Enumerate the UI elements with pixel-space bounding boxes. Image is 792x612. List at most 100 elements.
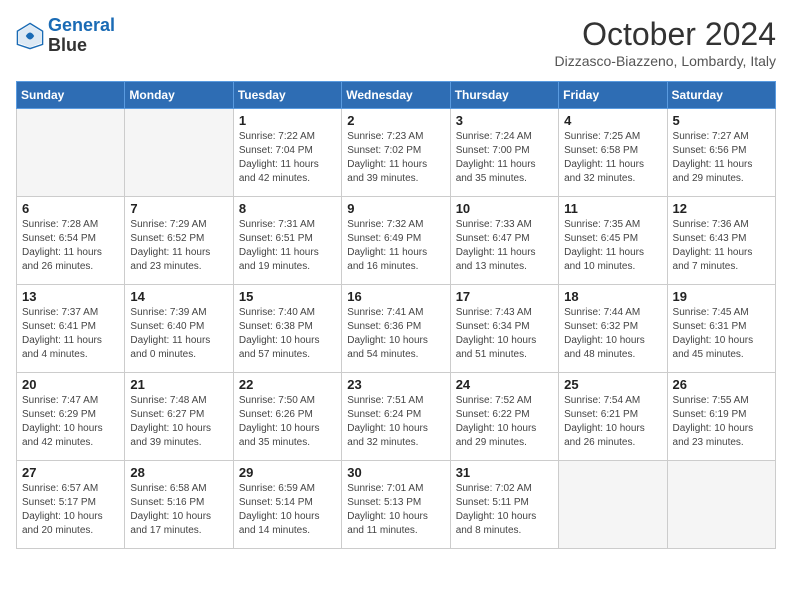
logo-icon — [16, 22, 44, 50]
location: Dizzasco-Biazzeno, Lombardy, Italy — [555, 53, 777, 69]
day-number: 14 — [130, 289, 227, 304]
day-info: Sunrise: 7:54 AMSunset: 6:21 PMDaylight:… — [564, 394, 661, 450]
day-of-week-header: Thursday — [450, 82, 558, 109]
day-number: 4 — [564, 113, 661, 128]
calendar-cell: 23 Sunrise: 7:51 AMSunset: 6:24 PMDayligh… — [342, 373, 450, 461]
day-info: Sunrise: 7:25 AMSunset: 6:58 PMDaylight:… — [564, 130, 661, 186]
day-number: 2 — [347, 113, 444, 128]
day-number: 27 — [22, 465, 119, 480]
day-info: Sunrise: 7:47 AMSunset: 6:29 PMDaylight:… — [22, 394, 119, 450]
day-number: 23 — [347, 377, 444, 392]
calendar-cell: 15Sunrise: 7:40 AMSunset: 6:38 PMDayligh… — [233, 285, 341, 373]
logo-text: General Blue — [48, 16, 115, 56]
day-info: Sunrise: 7:39 AMSunset: 6:40 PMDaylight:… — [130, 306, 227, 362]
day-info: Sunrise: 7:35 AMSunset: 6:45 PMDaylight:… — [564, 218, 661, 274]
day-number: 1 — [239, 113, 336, 128]
calendar-week-row: 20 Sunrise: 7:47 AMSunset: 6:29 PMDayligh… — [17, 373, 776, 461]
day-of-week-header: Sunday — [17, 82, 125, 109]
day-number: 3 — [456, 113, 553, 128]
calendar-cell — [17, 109, 125, 197]
calendar-cell — [667, 461, 775, 549]
calendar-cell: 20 Sunrise: 7:47 AMSunset: 6:29 PMDayligh… — [17, 373, 125, 461]
calendar-cell: 4 Sunrise: 7:25 AMSunset: 6:58 PMDaylight… — [559, 109, 667, 197]
day-number: 28 — [130, 465, 227, 480]
day-number: 22 — [239, 377, 336, 392]
day-of-week-header: Wednesday — [342, 82, 450, 109]
day-info: Sunrise: 7:23 AMSunset: 7:02 PMDaylight:… — [347, 130, 444, 186]
day-number: 25 — [564, 377, 661, 392]
day-info: Sunrise: 7:40 AMSunset: 6:38 PMDaylight:… — [239, 306, 336, 362]
day-info: Sunrise: 7:32 AMSunset: 6:49 PMDaylight:… — [347, 218, 444, 274]
calendar-cell: 7 Sunrise: 7:29 AMSunset: 6:52 PMDaylight… — [125, 197, 233, 285]
day-number: 17 — [456, 289, 553, 304]
calendar-cell: 11 Sunrise: 7:35 AMSunset: 6:45 PMDayligh… — [559, 197, 667, 285]
day-of-week-header: Friday — [559, 82, 667, 109]
day-info: Sunrise: 7:29 AMSunset: 6:52 PMDaylight:… — [130, 218, 227, 274]
logo: General Blue — [16, 16, 115, 56]
calendar-cell: 26 Sunrise: 7:55 AMSunset: 6:19 PMDayligh… — [667, 373, 775, 461]
day-info: Sunrise: 6:59 AMSunset: 5:14 PMDaylight:… — [239, 482, 336, 538]
day-info: Sunrise: 7:28 AMSunset: 6:54 PMDaylight:… — [22, 218, 119, 274]
calendar-cell: 19 Sunrise: 7:45 AMSunset: 6:31 PMDayligh… — [667, 285, 775, 373]
calendar-cell: 22 Sunrise: 7:50 AMSunset: 6:26 PMDayligh… — [233, 373, 341, 461]
day-of-week-header: Monday — [125, 82, 233, 109]
calendar-week-row: 1 Sunrise: 7:22 AMSunset: 7:04 PMDaylight… — [17, 109, 776, 197]
calendar-cell: 31 Sunrise: 7:02 AMSunset: 5:11 PMDayligh… — [450, 461, 558, 549]
day-of-week-header: Saturday — [667, 82, 775, 109]
day-number: 29 — [239, 465, 336, 480]
day-number: 30 — [347, 465, 444, 480]
day-info: Sunrise: 7:43 AMSunset: 6:34 PMDaylight:… — [456, 306, 553, 362]
day-number: 19 — [673, 289, 770, 304]
calendar-cell: 27 Sunrise: 6:57 AMSunset: 5:17 PMDayligh… — [17, 461, 125, 549]
calendar-cell: 17 Sunrise: 7:43 AMSunset: 6:34 PMDayligh… — [450, 285, 558, 373]
calendar-cell: 2 Sunrise: 7:23 AMSunset: 7:02 PMDaylight… — [342, 109, 450, 197]
day-info: Sunrise: 7:36 AMSunset: 6:43 PMDaylight:… — [673, 218, 770, 274]
day-info: Sunrise: 7:55 AMSunset: 6:19 PMDaylight:… — [673, 394, 770, 450]
calendar-week-row: 6Sunrise: 7:28 AMSunset: 6:54 PMDaylight… — [17, 197, 776, 285]
day-info: Sunrise: 7:52 AMSunset: 6:22 PMDaylight:… — [456, 394, 553, 450]
day-number: 12 — [673, 201, 770, 216]
calendar-cell: 12 Sunrise: 7:36 AMSunset: 6:43 PMDayligh… — [667, 197, 775, 285]
calendar-table: SundayMondayTuesdayWednesdayThursdayFrid… — [16, 81, 776, 549]
calendar-cell: 5 Sunrise: 7:27 AMSunset: 6:56 PMDaylight… — [667, 109, 775, 197]
calendar-cell: 9 Sunrise: 7:32 AMSunset: 6:49 PMDaylight… — [342, 197, 450, 285]
day-info: Sunrise: 7:02 AMSunset: 5:11 PMDaylight:… — [456, 482, 553, 538]
day-number: 7 — [130, 201, 227, 216]
day-number: 31 — [456, 465, 553, 480]
day-number: 20 — [22, 377, 119, 392]
day-info: Sunrise: 7:33 AMSunset: 6:47 PMDaylight:… — [456, 218, 553, 274]
day-number: 24 — [456, 377, 553, 392]
day-number: 26 — [673, 377, 770, 392]
calendar-cell: 3 Sunrise: 7:24 AMSunset: 7:00 PMDaylight… — [450, 109, 558, 197]
day-info: Sunrise: 6:57 AMSunset: 5:17 PMDaylight:… — [22, 482, 119, 538]
day-info: Sunrise: 7:22 AMSunset: 7:04 PMDaylight:… — [239, 130, 336, 186]
calendar-cell — [125, 109, 233, 197]
day-info: Sunrise: 7:45 AMSunset: 6:31 PMDaylight:… — [673, 306, 770, 362]
calendar-cell: 16 Sunrise: 7:41 AMSunset: 6:36 PMDayligh… — [342, 285, 450, 373]
day-number: 16 — [347, 289, 444, 304]
calendar-cell: 29 Sunrise: 6:59 AMSunset: 5:14 PMDayligh… — [233, 461, 341, 549]
day-info: Sunrise: 7:24 AMSunset: 7:00 PMDaylight:… — [456, 130, 553, 186]
title-block: October 2024 Dizzasco-Biazzeno, Lombardy… — [555, 16, 777, 69]
day-info: Sunrise: 7:51 AMSunset: 6:24 PMDaylight:… — [347, 394, 444, 450]
day-number: 11 — [564, 201, 661, 216]
day-number: 9 — [347, 201, 444, 216]
calendar-cell: 10Sunrise: 7:33 AMSunset: 6:47 PMDayligh… — [450, 197, 558, 285]
calendar-cell: 14 Sunrise: 7:39 AMSunset: 6:40 PMDayligh… — [125, 285, 233, 373]
day-info: Sunrise: 7:48 AMSunset: 6:27 PMDaylight:… — [130, 394, 227, 450]
month-title: October 2024 — [555, 16, 777, 53]
calendar-cell: 24 Sunrise: 7:52 AMSunset: 6:22 PMDayligh… — [450, 373, 558, 461]
day-info: Sunrise: 7:41 AMSunset: 6:36 PMDaylight:… — [347, 306, 444, 362]
day-info: Sunrise: 7:27 AMSunset: 6:56 PMDaylight:… — [673, 130, 770, 186]
day-number: 13 — [22, 289, 119, 304]
calendar-cell: 13Sunrise: 7:37 AMSunset: 6:41 PMDayligh… — [17, 285, 125, 373]
day-info: Sunrise: 7:50 AMSunset: 6:26 PMDaylight:… — [239, 394, 336, 450]
day-number: 21 — [130, 377, 227, 392]
day-info: Sunrise: 7:01 AMSunset: 5:13 PMDaylight:… — [347, 482, 444, 538]
day-number: 5 — [673, 113, 770, 128]
day-number: 8 — [239, 201, 336, 216]
day-info: Sunrise: 6:58 AMSunset: 5:16 PMDaylight:… — [130, 482, 227, 538]
calendar-cell: 25 Sunrise: 7:54 AMSunset: 6:21 PMDayligh… — [559, 373, 667, 461]
page-header: General Blue October 2024 Dizzasco-Biazz… — [16, 16, 776, 69]
calendar-cell: 30 Sunrise: 7:01 AMSunset: 5:13 PMDayligh… — [342, 461, 450, 549]
